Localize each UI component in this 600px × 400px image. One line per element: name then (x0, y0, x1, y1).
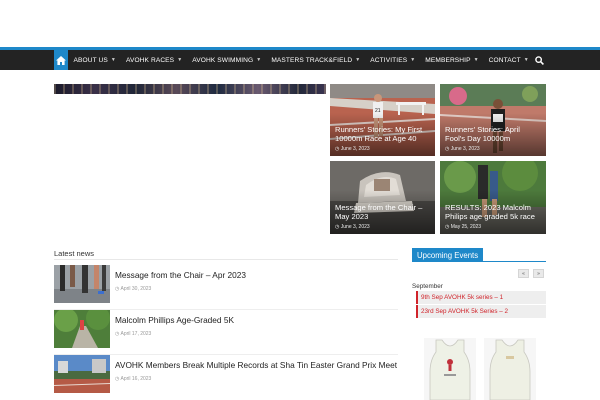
news-photo-park-path (54, 310, 110, 348)
home-icon (56, 55, 67, 65)
chevron-down-icon: ▼ (410, 57, 416, 63)
nav-activities[interactable]: ACTIVITIES ▼ (365, 50, 420, 70)
home-button[interactable] (54, 50, 69, 70)
nav-membership[interactable]: MEMBERSHIP ▼ (420, 50, 483, 70)
news-photo-runners-legs (54, 265, 110, 303)
chevron-down-icon: ▼ (355, 57, 361, 63)
main-navigation: ABOUT US ▼ AVOHK RACES ▼ AVOHK SWIMMING ▼ M… (0, 50, 600, 70)
news-date-text: April 17, 2023 (120, 331, 152, 337)
news-item: AVOHK Members Break Multiple Records at … (54, 355, 398, 395)
featured-date-text: June 3, 2023 (340, 146, 370, 152)
news-date: ◷ April 17, 2023 (115, 331, 151, 337)
news-thumbnail[interactable] (54, 310, 110, 348)
nav-label: ACTIVITIES (370, 56, 408, 64)
event-label: 9th Sep AVOHK 5k series – 1 (421, 294, 504, 301)
banner-city-lights (54, 84, 326, 94)
running-vest-image[interactable] (424, 338, 476, 400)
search-button[interactable] (534, 50, 546, 70)
nav-avohk-swimming[interactable]: AVOHK SWIMMING ▼ (187, 50, 266, 70)
featured-date: ◷ June 3, 2023 (335, 146, 370, 152)
featured-date: ◷ June 3, 2023 (445, 146, 480, 152)
upcoming-events-heading: Upcoming Events (412, 248, 484, 262)
news-date-text: April 30, 2023 (120, 286, 152, 292)
chevron-down-icon: ▼ (110, 57, 116, 63)
running-vest-image[interactable] (484, 338, 536, 400)
search-icon (535, 55, 545, 65)
nav-avohk-races[interactable]: AVOHK RACES ▼ (121, 50, 187, 70)
featured-date-text: June 3, 2023 (340, 224, 370, 230)
featured-date: ◷ May 25, 2023 (445, 224, 481, 230)
news-thumbnail[interactable] (54, 265, 110, 303)
nav-inner: ABOUT US ▼ AVOHK RACES ▼ AVOHK SWIMMING ▼ M… (54, 50, 546, 70)
featured-post-4[interactable]: RESULTS: 2023 Malcolm Philips age graded… (440, 161, 546, 234)
featured-date-text: June 3, 2023 (450, 146, 480, 152)
nav-label: CONTACT (488, 56, 521, 64)
nav-masters-track-field[interactable]: MASTERS TRACK&FIELD ▼ (266, 50, 365, 70)
chevron-down-icon: ▼ (473, 57, 479, 63)
calendar-next-button[interactable]: » (533, 269, 544, 278)
calendar-prev-button[interactable]: « (518, 269, 529, 278)
featured-title[interactable]: RESULTS: 2023 Malcolm Philips age graded… (445, 203, 542, 221)
nav-label: MASTERS TRACK&FIELD (271, 56, 353, 64)
news-item: Malcolm Phillips Age-Graded 5K ◷ April 1… (54, 310, 398, 355)
featured-title[interactable]: Runners' Stories: April Fool's Day 10000… (445, 125, 542, 143)
event-label: 23rd Sep AVOHK 5k Series – 2 (421, 308, 509, 315)
section-divider (54, 259, 398, 260)
nav-label: MEMBERSHIP (425, 56, 471, 64)
chevron-down-icon: ▼ (256, 57, 262, 63)
calendar-month-label: September (412, 283, 443, 290)
news-title[interactable]: Malcolm Phillips Age-Graded 5K (115, 315, 234, 325)
news-title[interactable]: Message from the Chair – Apr 2023 (115, 270, 246, 280)
nav-label: AVOHK RACES (125, 56, 175, 64)
news-photo-stadium (54, 355, 110, 393)
news-thumbnail[interactable] (54, 355, 110, 393)
featured-post-2[interactable]: Runners' Stories: April Fool's Day 10000… (440, 84, 546, 156)
nav-label: ABOUT US (73, 56, 108, 64)
nav-about-us[interactable]: ABOUT US ▼ (68, 50, 120, 70)
featured-date: ◷ June 3, 2023 (335, 224, 370, 230)
nav-contact[interactable]: CONTACT ▼ (484, 50, 534, 70)
news-date: ◷ April 30, 2023 (115, 286, 151, 292)
news-item: Message from the Chair – Apr 2023 ◷ Apri… (54, 265, 398, 310)
featured-post-3[interactable]: Message from the Chair – May 2023 ◷ June… (330, 161, 435, 234)
news-title[interactable]: AVOHK Members Break Multiple Records at … (115, 360, 397, 370)
featured-post-1[interactable]: 21 Runners' Stories: My First 10000m Rac… (330, 84, 435, 156)
news-date: ◷ April 16, 2023 (115, 376, 151, 382)
news-date-text: April 16, 2023 (120, 376, 152, 382)
featured-date-text: May 25, 2023 (450, 224, 482, 230)
nav-label: AVOHK SWIMMING (192, 56, 254, 64)
chevron-down-icon: ▼ (177, 57, 183, 63)
chevron-down-icon: ▼ (523, 57, 529, 63)
featured-title[interactable]: Message from the Chair – May 2023 (335, 203, 431, 221)
latest-news-heading: Latest news (54, 249, 95, 258)
event-item[interactable]: 23rd Sep AVOHK 5k Series – 2 (416, 305, 546, 318)
event-item[interactable]: 9th Sep AVOHK 5k series – 1 (416, 291, 546, 304)
featured-title[interactable]: Runners' Stories: My First 10000m Race a… (335, 125, 431, 143)
slider-banner-image[interactable] (54, 84, 326, 94)
